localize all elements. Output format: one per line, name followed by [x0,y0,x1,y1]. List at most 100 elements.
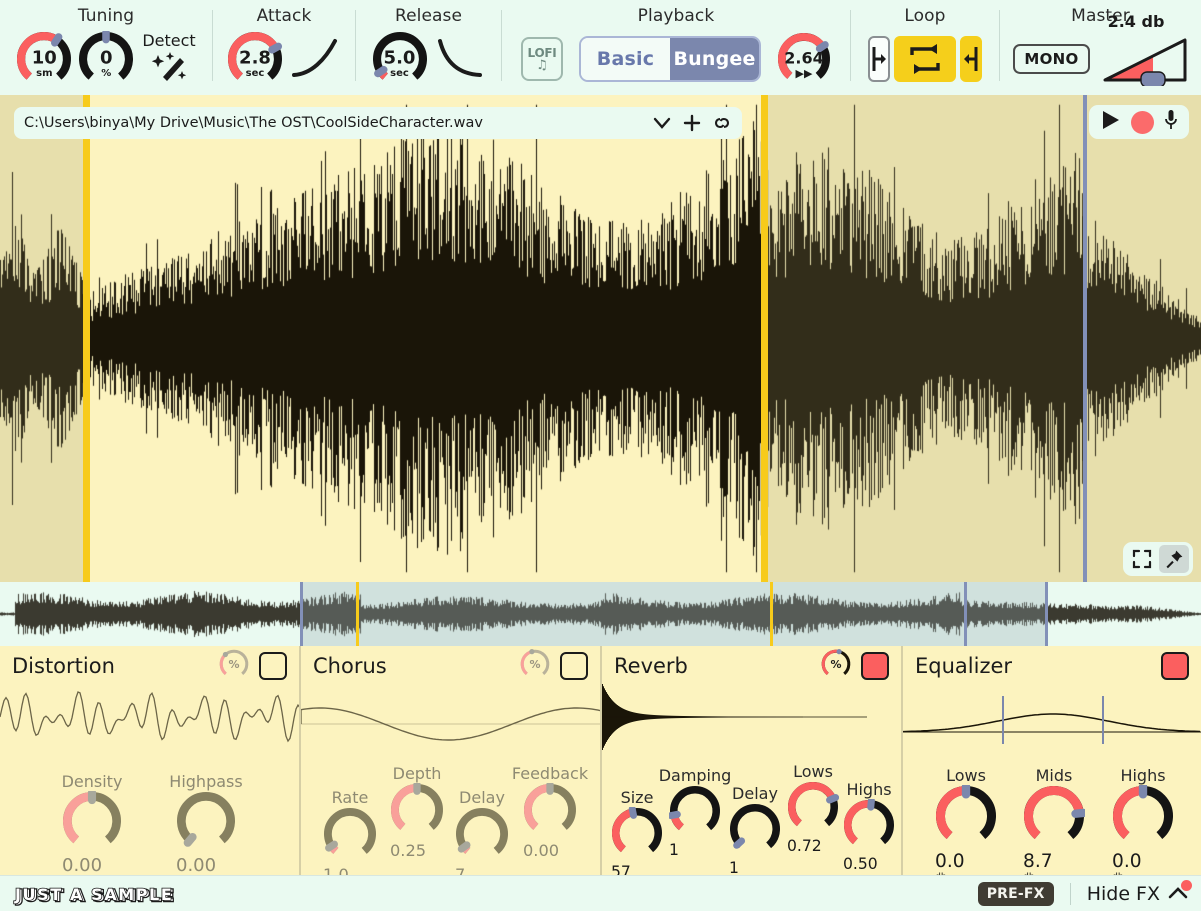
fx-panel-equalizer: Equalizer Lows 0.0db Mids [903,646,1201,875]
release-group: Release 5.0 sec [356,0,501,95]
fx-knob-highs[interactable]: Highs 0.50 [821,780,901,873]
tuning-group: Tuning 10 sm 0% Detect [0,0,212,95]
knob-value: 1.0 [323,865,349,875]
link-icon[interactable] [712,114,732,132]
fx-mix-knob[interactable]: % [821,649,851,683]
playback-speed-knob[interactable]: 2.64 ▶▶ [777,32,831,86]
playback-mode-bungee[interactable]: Bungee [670,38,759,80]
waveform-dim-region [764,95,1085,582]
tuning-cents-knob[interactable]: 0% [78,31,134,87]
fx-knob-label: Highs [846,780,892,799]
fx-knob-group: Density 0.00 Highpass 0.00 [0,755,299,875]
svg-text:JUST A SAMPLE: JUST A SAMPLE [14,885,173,904]
release-knob[interactable]: 5.0 sec [372,31,428,87]
playback-title: Playback [637,6,715,26]
fx-knob-group: Size 57 Damping 1 Delay 1 Lows 0.72 High… [602,755,901,875]
fx-knob-density[interactable]: Density 0.00 [40,773,144,875]
waveform-marker-loop-start[interactable] [83,95,91,582]
waveform-tools [1123,542,1193,576]
fx-knob-label: Highpass [169,772,243,791]
fx-enable-checkbox[interactable] [1161,652,1189,680]
svg-text:%: % [529,658,540,671]
fx-knob-label: Lows [946,766,986,785]
attack-curve-icon [289,34,341,84]
fx-panel-reverb: Reverb % Size 57 Damping 1 Delay 1 Lows … [602,646,903,875]
knob-value: 7 [455,865,466,875]
knob-unit: % [101,67,112,79]
hide-fx-button[interactable]: Hide FX [1086,879,1192,905]
top-control-bar: Tuning 10 sm 0% Detect Attack 2.8 sec Re… [0,0,1201,95]
chorus-lfo-graphic [301,707,600,741]
lofi-button[interactable]: LOFI ♫ [521,37,563,81]
master-gain-value: 2.4 db [1107,12,1165,31]
fx-panel-title: Chorus [313,654,387,678]
minimap-marker-playhead[interactable] [964,582,968,646]
minimap-view-selection[interactable] [302,582,1048,646]
fx-knob-highs[interactable]: Highs 0.0db [1090,766,1196,875]
svg-text:%: % [228,658,239,671]
fx-knob-feedback[interactable]: Feedback 0.00 [501,764,599,860]
knob-unit: sec [245,67,265,79]
fx-enable-checkbox[interactable] [560,652,588,680]
fx-mix-knob[interactable]: % [219,649,249,683]
playback-mode-basic[interactable]: Basic [581,38,670,80]
fx-knob-highpass[interactable]: Highpass 0.00 [154,772,258,875]
magic-wand-icon [149,50,189,86]
minimap-marker-loop-start[interactable] [356,582,360,646]
fullscreen-icon[interactable] [1127,545,1157,573]
fx-knob-label: Feedback [511,764,589,783]
hide-fx-label: Hide FX [1086,882,1160,905]
divider [1069,882,1071,905]
app-logo: JUST A SAMPLE JUST A SAMPLE [13,884,183,906]
record-icon[interactable] [1131,110,1154,134]
microphone-icon[interactable] [1164,109,1178,135]
play-icon[interactable] [1100,109,1121,135]
minimap-marker-view-start[interactable] [300,582,304,646]
knob-value: 57 [611,863,631,875]
loop-title: Loop [904,6,946,26]
loop-toggle-button[interactable] [894,36,956,82]
mono-button[interactable]: MONO [1013,44,1090,74]
attack-title: Attack [256,6,312,26]
waveform-marker-loop-end[interactable] [761,95,769,582]
fx-panel-header: Distortion % [0,646,299,686]
fx-mix-knob[interactable]: % [520,649,550,683]
release-curve-icon [434,34,486,84]
waveform-display[interactable]: C:\Users\binya\My Drive\Music\The OST\Co… [0,95,1201,582]
pre-fx-badge[interactable]: PRE-FX [977,881,1054,906]
knob-value: 10 [31,47,57,69]
svg-text:%: % [830,658,841,671]
attack-knob[interactable]: 2.8 sec [227,31,283,87]
fx-enable-checkbox[interactable] [861,652,889,680]
music-note-icon: ♫ [536,57,548,73]
fx-panel-header: Equalizer [903,646,1201,686]
fx-enable-checkbox[interactable] [259,652,287,680]
fx-knob-label: Rate [331,788,369,807]
minimap-marker-view-end[interactable] [1044,582,1048,646]
fx-visualizer [301,682,600,752]
sample-path-input[interactable]: C:\Users\binya\My Drive\Music\The OST\Co… [24,115,652,131]
loop-end-marker-button[interactable] [960,36,982,82]
minimap-marker-loop-end[interactable] [769,582,773,646]
sample-path-bar[interactable]: C:\Users\binya\My Drive\Music\The OST\Co… [14,107,742,139]
fx-knob-label: Highs [1120,766,1166,785]
plus-icon[interactable] [683,114,701,132]
fx-panel-title: Equalizer [915,654,1013,678]
loop-group: Loop [851,0,999,95]
loop-start-marker-button[interactable] [868,36,890,82]
status-bar: JUST A SAMPLE JUST A SAMPLE PRE-FX Hide … [0,875,1201,911]
waveform-marker-playhead[interactable] [1082,95,1087,582]
detect-label: Detect [142,31,196,50]
knob-value: 0.00 [176,855,217,875]
detect-button[interactable]: Detect [142,31,196,86]
chevron-down-icon[interactable] [652,116,672,130]
knob-value: 0.0 [1112,851,1142,872]
minimap-overview[interactable] [0,582,1201,646]
tuning-semitones-knob[interactable]: 10 sm [16,31,72,87]
waveform-dim-region [1084,95,1201,582]
plugin-window: Tuning 10 sm 0% Detect Attack 2.8 sec Re… [0,0,1201,911]
pin-icon[interactable] [1159,545,1189,573]
master-gain-fader[interactable]: 2.4 db [1102,12,1188,88]
knob-value: 0.0 [935,851,965,872]
knob-value: 0.00 [62,855,103,875]
